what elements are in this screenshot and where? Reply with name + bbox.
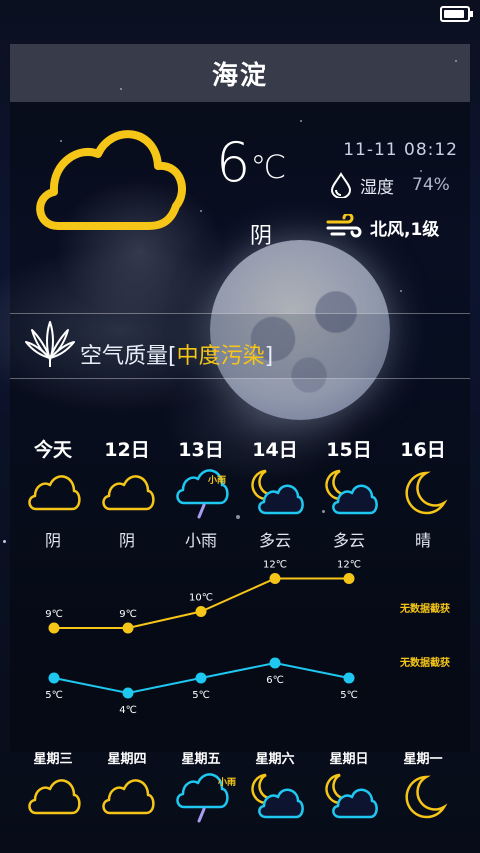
forecast-day-label: 13日 xyxy=(178,439,224,461)
high-no-data-label: 无数据截获 xyxy=(400,604,450,615)
low-no-data-label: 无数据截获 xyxy=(400,658,450,669)
moon-cloud-icon xyxy=(251,773,304,819)
current-temperature: 6℃ xyxy=(216,128,286,198)
humidity-row: 湿度 74% xyxy=(330,172,450,198)
city-header[interactable]: 海淀 xyxy=(10,44,470,102)
droplet-icon xyxy=(330,172,352,198)
moon-icon xyxy=(405,471,448,515)
cloud-icon xyxy=(28,475,81,511)
data-point xyxy=(122,622,134,634)
aqi-suffix: ] xyxy=(264,344,274,369)
temperature-value: 6 xyxy=(216,131,251,194)
weekday-label: 星期四 xyxy=(107,752,147,767)
forecast-day-label: 14日 xyxy=(252,439,298,461)
data-label: 5℃ xyxy=(45,690,63,701)
forecast-day-0[interactable]: 今天 阴 xyxy=(16,435,90,550)
forecast-day-3[interactable]: 14日 多云 xyxy=(238,435,312,550)
data-point xyxy=(48,622,60,634)
cloud-icon xyxy=(28,779,81,815)
battery-fill xyxy=(444,10,464,18)
data-label: 6℃ xyxy=(266,675,284,686)
cannabis-leaf-icon xyxy=(25,321,75,367)
forecast-day-5[interactable]: 16日 晴 xyxy=(386,435,460,550)
forecast-day-1[interactable]: 12日 阴 xyxy=(90,435,164,550)
forecast-day-4[interactable]: 15日 多云 xyxy=(312,435,386,550)
weekday-label: 星期日 xyxy=(329,752,369,767)
temperature-unit: ℃ xyxy=(250,148,287,186)
aqi-prefix: 空气质量[ xyxy=(80,344,177,369)
cloud-icon xyxy=(102,475,155,511)
rain-label: 小雨 xyxy=(208,476,227,486)
humidity-value: 74% xyxy=(412,175,450,195)
aqi-level: 中度污染 xyxy=(176,344,265,369)
data-point xyxy=(269,573,281,584)
data-point xyxy=(195,672,207,684)
wind-value: 北风,1级 xyxy=(370,219,440,240)
forecast-day-label: 12日 xyxy=(104,439,150,461)
weekday-label: 星期三 xyxy=(33,752,73,767)
data-label: 9℃ xyxy=(119,609,137,620)
status-bar xyxy=(0,0,480,24)
moon-cloud-icon xyxy=(325,469,378,515)
weekday-label: 星期六 xyxy=(255,752,295,767)
forecast-day-label: 16日 xyxy=(400,439,446,461)
cloud-icon xyxy=(36,130,186,230)
cloud-icon xyxy=(102,779,155,815)
current-condition: 阴 xyxy=(250,224,273,249)
forecast-day-label: 今天 xyxy=(33,439,72,461)
moon-icon xyxy=(405,775,448,819)
humidity-label: 湿度 xyxy=(360,177,394,198)
update-datetime: 11-11 08:12 xyxy=(343,140,458,160)
air-quality-text: 空气质量[中度污染] xyxy=(80,338,273,370)
data-label: 12℃ xyxy=(337,560,361,571)
data-label: 9℃ xyxy=(45,609,63,620)
weekday-forecast: 星期三 星期四 星期五 星期六 星期日 星期一 小雨 xyxy=(10,745,470,845)
data-label: 5℃ xyxy=(192,690,210,701)
temperature-chart: 9℃ 9℃ 10℃ 12℃ 12℃ 5℃ 4℃ 5℃ 6℃ 5℃ xyxy=(45,560,361,717)
data-point xyxy=(122,687,134,699)
data-label: 5℃ xyxy=(340,690,358,701)
wind-row: 北风,1级 xyxy=(326,214,439,240)
data-point xyxy=(343,672,355,684)
weekday-label: 星期一 xyxy=(403,752,443,767)
weekday-label: 星期五 xyxy=(181,752,221,767)
data-label: 12℃ xyxy=(263,560,287,571)
data-label: 10℃ xyxy=(189,593,213,604)
moon-cloud-icon xyxy=(251,469,304,515)
data-point xyxy=(48,672,60,684)
battery-icon xyxy=(440,6,473,22)
moon-cloud-icon xyxy=(325,773,378,819)
data-point xyxy=(343,573,355,584)
data-label: 4℃ xyxy=(119,705,137,716)
data-point xyxy=(195,606,207,617)
forecast-day-label: 15日 xyxy=(326,439,372,461)
rain-label: 小雨 xyxy=(218,778,237,788)
forecast-day-2[interactable]: 13日 小雨 小雨 xyxy=(164,435,238,550)
data-point xyxy=(269,657,281,669)
city-name: 海淀 xyxy=(211,60,268,91)
wind-icon xyxy=(326,214,362,238)
